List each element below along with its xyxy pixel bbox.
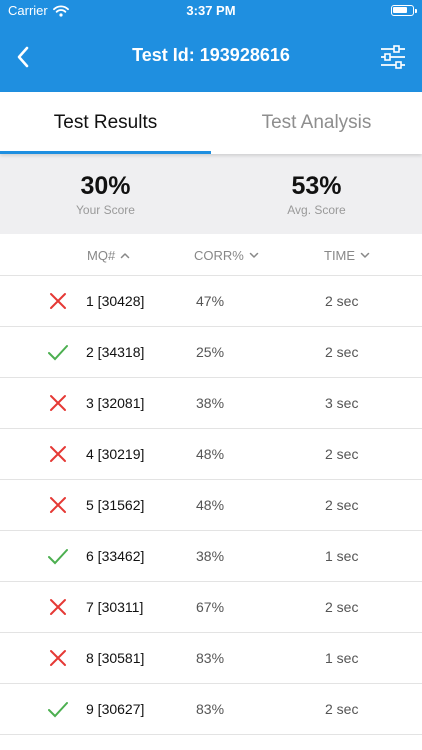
avg-score-label: Avg. Score	[287, 203, 346, 217]
mq-header-label: MQ#	[87, 248, 116, 263]
sort-time-header[interactable]: TIME	[324, 248, 370, 263]
correct-percent: 83%	[196, 650, 225, 666]
cross-icon	[50, 599, 66, 615]
question-id: 1 [30428]	[86, 293, 145, 309]
avg-score-value: 53%	[291, 172, 342, 200]
correct-percent: 38%	[196, 548, 225, 564]
cross-icon	[50, 497, 66, 513]
table-row[interactable]: 1 [30428] 47% 2 sec	[0, 276, 422, 327]
table-row[interactable]: 7 [30311] 67% 2 sec	[0, 582, 422, 633]
chevron-left-icon	[17, 46, 29, 68]
status-icon	[48, 342, 68, 362]
question-id: 8 [30581]	[86, 650, 145, 666]
page-title: Test Id: 193928616	[132, 45, 290, 65]
battery-icon	[391, 5, 417, 16]
checkmark-icon	[48, 702, 68, 718]
avg-score: 53% Avg. Score	[211, 154, 422, 234]
time-taken: 1 sec	[325, 650, 359, 666]
time-header-label: TIME	[324, 248, 356, 263]
time-taken: 2 sec	[325, 293, 359, 309]
tab-bar: Test Results Test Analysis	[0, 92, 422, 154]
status-icon	[48, 495, 68, 515]
question-id: 6 [33462]	[86, 548, 145, 564]
question-id: 3 [32081]	[86, 395, 145, 411]
table-row[interactable]: 2 [34318] 25% 2 sec	[0, 327, 422, 378]
results-table-header: MQ# CORR% TIME	[0, 234, 422, 276]
table-row[interactable]: 4 [30219] 48% 2 sec	[0, 429, 422, 480]
correct-percent: 48%	[196, 497, 225, 513]
chevron-down-icon	[360, 252, 370, 258]
correct-percent: 38%	[196, 395, 225, 411]
checkmark-icon	[48, 345, 68, 361]
status-bar: Carrier 3:37 PM	[0, 0, 422, 22]
time-taken: 2 sec	[325, 497, 359, 513]
question-id: 7 [30311]	[86, 599, 144, 615]
time-taken: 1 sec	[325, 548, 359, 564]
table-row[interactable]: 8 [30581] 83% 1 sec	[0, 633, 422, 684]
status-icon	[48, 444, 68, 464]
active-tab-indicator	[0, 151, 211, 154]
status-icon	[48, 291, 68, 311]
status-icon	[48, 597, 68, 617]
your-score: 30% Your Score	[0, 154, 211, 234]
time-taken: 2 sec	[325, 701, 359, 717]
tab-test-analysis[interactable]: Test Analysis	[211, 92, 422, 154]
sort-corr-header[interactable]: CORR%	[194, 248, 259, 263]
tab-label: Test Results	[53, 112, 158, 133]
table-row[interactable]: 5 [31562] 48% 2 sec	[0, 480, 422, 531]
question-id: 4 [30219]	[86, 446, 145, 462]
back-button[interactable]	[8, 42, 38, 72]
correct-percent: 67%	[196, 599, 225, 615]
correct-percent: 47%	[196, 293, 225, 309]
status-icon	[48, 546, 68, 566]
results-list: 1 [30428] 47% 2 sec 2 [34318] 25% 2 sec …	[0, 276, 422, 735]
time-taken: 2 sec	[325, 446, 359, 462]
cross-icon	[50, 446, 66, 462]
table-row[interactable]: 9 [30627] 83% 2 sec	[0, 684, 422, 735]
status-icon	[48, 648, 68, 668]
correct-percent: 25%	[196, 344, 225, 360]
time-taken: 2 sec	[325, 599, 359, 615]
question-id: 5 [31562]	[86, 497, 145, 513]
time-taken: 3 sec	[325, 395, 359, 411]
corr-header-label: CORR%	[194, 248, 244, 263]
score-summary: 30% Your Score 53% Avg. Score	[0, 154, 422, 234]
question-id: 2 [34318]	[86, 344, 145, 360]
checkmark-icon	[48, 549, 68, 565]
correct-percent: 83%	[196, 701, 225, 717]
status-icon	[48, 699, 68, 719]
question-id: 9 [30627]	[86, 701, 145, 717]
your-score-value: 30%	[80, 172, 131, 200]
navigation-bar: Test Id: 193928616	[0, 22, 422, 92]
clock: 3:37 PM	[186, 3, 236, 18]
chevron-up-icon	[120, 253, 130, 259]
sliders-icon	[381, 45, 405, 69]
tab-test-results[interactable]: Test Results	[0, 92, 211, 154]
sort-mq-header[interactable]: MQ#	[87, 248, 130, 263]
tab-label: Test Analysis	[261, 112, 372, 133]
your-score-label: Your Score	[76, 203, 135, 217]
correct-percent: 48%	[196, 446, 225, 462]
cross-icon	[50, 650, 66, 666]
chevron-down-icon	[249, 252, 259, 258]
cross-icon	[50, 395, 66, 411]
table-row[interactable]: 3 [32081] 38% 3 sec	[0, 378, 422, 429]
cross-icon	[50, 293, 66, 309]
table-row[interactable]: 6 [33462] 38% 1 sec	[0, 531, 422, 582]
status-icon	[48, 393, 68, 413]
time-taken: 2 sec	[325, 344, 359, 360]
filter-button[interactable]	[378, 42, 408, 72]
